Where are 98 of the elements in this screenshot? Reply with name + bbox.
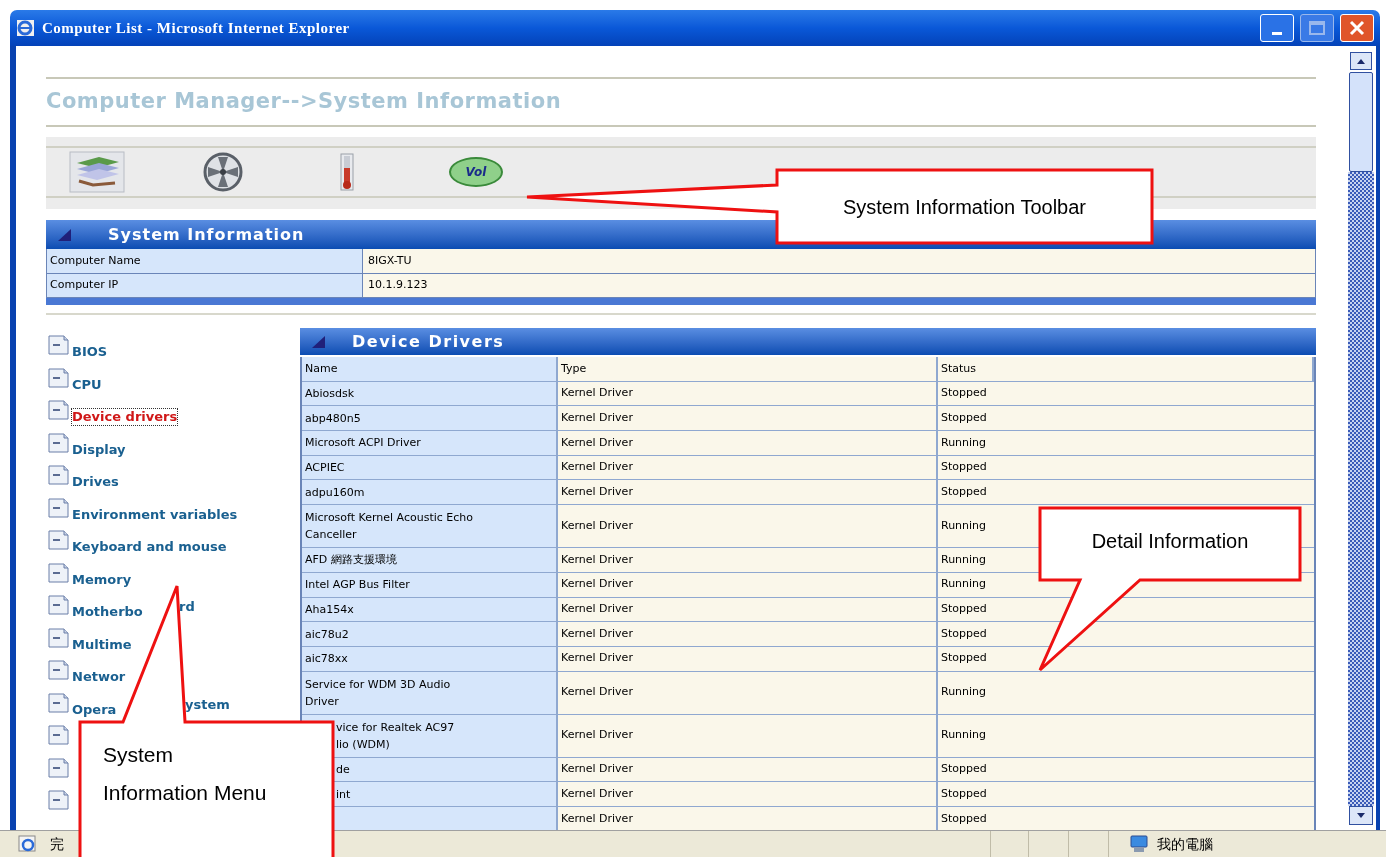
table-cell: Stopped: [938, 806, 1314, 830]
page-icon: [48, 725, 69, 746]
scroll-up-button[interactable]: [1350, 52, 1372, 70]
table-cell: Kernel Driver: [558, 381, 938, 406]
table-cell: adpu160m: [302, 480, 558, 505]
close-button[interactable]: [1340, 14, 1374, 42]
page-icon: [48, 400, 69, 421]
page-icon: [48, 530, 69, 551]
table-cell: Kernel Driver: [558, 782, 938, 806]
menu-item[interactable]: Opera: [71, 700, 118, 719]
table-cell: Kernel Driver: [558, 671, 938, 714]
browser-icon: [16, 18, 36, 38]
page-icon: [48, 432, 69, 453]
menu-item[interactable]: Keyboard and mouse: [71, 538, 228, 557]
page-icon: [48, 660, 69, 681]
menu-item[interactable]: Device drivers: [71, 408, 179, 427]
triangle-icon: [312, 335, 326, 348]
zone-text: 我的電腦: [1157, 834, 1213, 854]
menu-item[interactable]: Motherbo: [71, 603, 144, 622]
scroll-thumb[interactable]: [1349, 72, 1373, 172]
caret-down-icon: [1357, 813, 1365, 818]
table-cell: Kernel Driver: [558, 548, 938, 572]
table-cell: Stopped: [938, 782, 1314, 806]
table-cell: Computer IP: [47, 273, 363, 297]
window-title: Computer List - Microsoft Internet Explorer: [42, 18, 350, 38]
menu-item[interactable]: Drives: [71, 473, 120, 492]
table-cell: Stopped: [938, 381, 1314, 406]
table-cell: Kernel Driver: [558, 597, 938, 622]
table-cell: Service for WDM 3D Audio Driver: [302, 671, 558, 714]
table-cell: Abiosdsk: [302, 381, 558, 406]
table-cell: Kernel Driver: [558, 572, 938, 597]
status-text: 完: [50, 834, 64, 854]
menu-item[interactable]: BIOS: [71, 343, 109, 362]
table-cell: Computer Name: [47, 249, 363, 273]
table-cell: aic78xx: [302, 646, 558, 671]
table-cell: Stopped: [938, 622, 1314, 646]
column-header: Name: [302, 357, 558, 381]
menu-item[interactable]: Environment variables: [71, 505, 239, 524]
page-icon: [48, 497, 69, 518]
table-cell: Kernel Driver: [558, 646, 938, 671]
menu-item[interactable]: ystem: [185, 696, 230, 713]
table-cell: abp480n5: [302, 406, 558, 431]
page-icon: [48, 790, 69, 811]
table-cell: aic78u2: [302, 622, 558, 646]
table-cell: Kernel Driver: [558, 505, 938, 548]
page-icon: [48, 465, 69, 486]
section-title: Device Drivers: [352, 330, 505, 353]
table-cell: Kernel Driver: [558, 622, 938, 646]
page-icon: [48, 627, 69, 648]
menu-item[interactable]: CPU: [71, 375, 103, 394]
table-cell: Stopped: [938, 757, 1314, 782]
page-icon: [48, 757, 69, 778]
menu-item[interactable]: rd: [179, 599, 195, 616]
table-cell: Microsoft ACPI Driver: [302, 431, 558, 455]
table-cell: Aha154x: [302, 597, 558, 622]
table-cell: Kernel Driver: [558, 455, 938, 480]
page-heading: Computer Manager-->System Information: [46, 88, 563, 116]
menu-item[interactable]: Memory: [71, 570, 133, 589]
page-icon: [48, 367, 69, 388]
page-icon: [48, 595, 69, 616]
table-cell: Running: [938, 431, 1314, 455]
column-header: Status: [938, 357, 1314, 381]
table-cell: Microsoft Kernel Acoustic Echo Canceller: [302, 505, 558, 548]
table-cell: 8IGX-TU: [363, 249, 1315, 273]
table-cell: Kernel Driver: [558, 431, 938, 455]
caret-up-icon: [1357, 58, 1365, 64]
table-cell: ACPIEC: [302, 455, 558, 480]
table-cell: Kernel Driver: [558, 757, 938, 782]
column-header: Type: [558, 357, 938, 381]
callout-text: System Information Toolbar: [842, 194, 1087, 220]
table-cell: Stopped: [938, 406, 1314, 431]
table-cell: Stopped: [938, 455, 1314, 480]
scroll-down-button[interactable]: [1349, 806, 1373, 825]
table-cell: Running: [938, 714, 1314, 757]
close-icon: [1349, 20, 1365, 36]
menu-item[interactable]: Display: [71, 440, 127, 459]
table-cell: Kernel Driver: [558, 806, 938, 830]
table-cell: Intel AGP Bus Filter: [302, 572, 558, 597]
page-icon: [48, 335, 69, 356]
minimize-button[interactable]: [1260, 14, 1294, 42]
table-cell: AFD 網路支援環境: [302, 548, 558, 572]
callout-text: System Information Menu: [103, 742, 267, 806]
computer-icon: [1129, 835, 1149, 853]
table-cell: Stopped: [938, 480, 1314, 505]
table-cell: Kernel Driver: [558, 406, 938, 431]
section-title: System Information: [108, 223, 305, 246]
page-globe-icon: [18, 835, 38, 853]
table-cell: Running: [938, 671, 1314, 714]
table-cell: 10.1.9.123: [363, 273, 1315, 297]
page-icon: [48, 692, 69, 713]
page-icon: [48, 562, 69, 583]
vol-button[interactable]: Vol: [449, 157, 503, 187]
table-cell: Kernel Driver: [558, 714, 938, 757]
layers-icon[interactable]: [69, 151, 125, 193]
table-cell: Kernel Driver: [558, 480, 938, 505]
triangle-icon: [58, 228, 72, 241]
menu-item[interactable]: Multime: [71, 635, 133, 654]
menu-item[interactable]: Networ: [71, 668, 127, 687]
